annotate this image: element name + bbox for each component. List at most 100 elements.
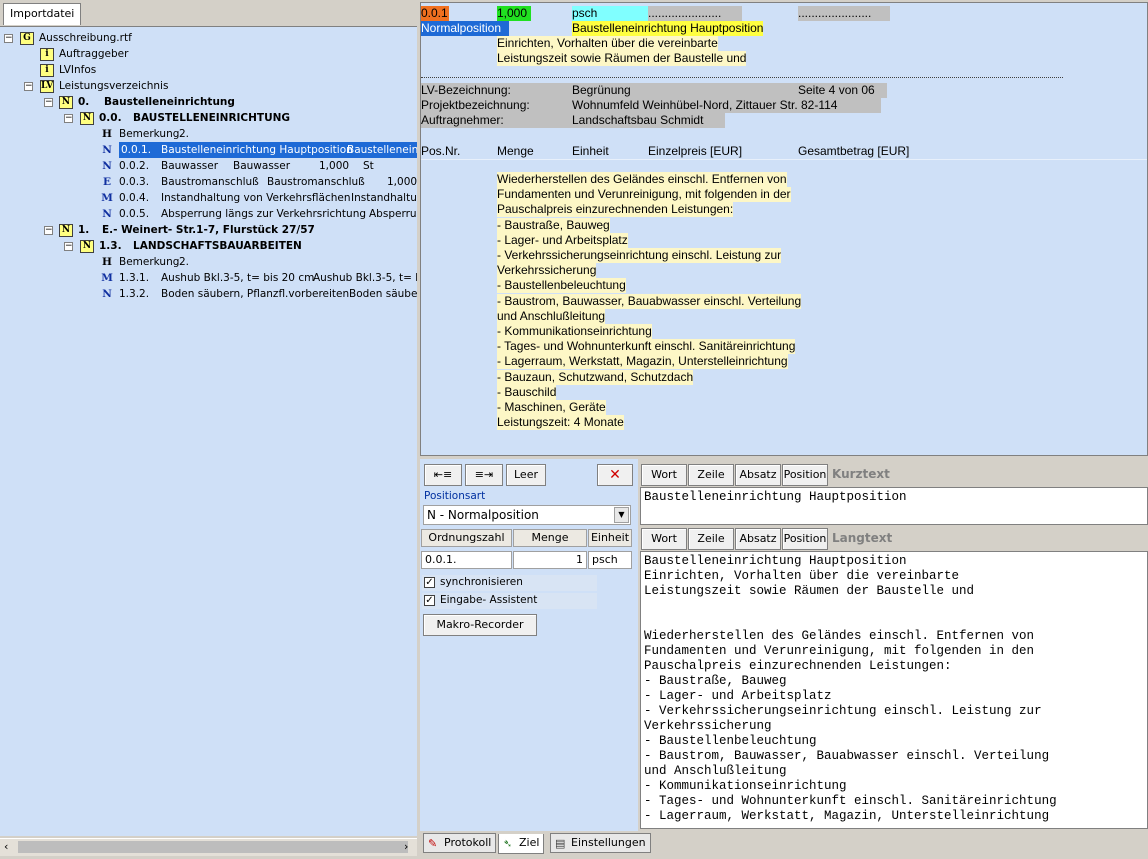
collapse-toggle[interactable]: −: [64, 242, 73, 251]
body-line: - Baustrom, Bauwasser, Bauabwasser einsc…: [497, 294, 802, 309]
tree-item-group[interactable]: N 1.3. LANDSCHAFTSBAUARBEITEN: [80, 238, 302, 254]
lang-wort-button[interactable]: Wort: [641, 528, 687, 550]
lv-label: LV-Bezeichnung:: [421, 83, 511, 97]
sync-label: synchronisieren: [440, 576, 523, 588]
langtext-title: Langtext: [832, 531, 893, 545]
lv-icon: LV: [40, 79, 54, 93]
lang-position-button[interactable]: Position: [782, 528, 828, 550]
kurz-zeile-button[interactable]: Zeile: [688, 464, 734, 486]
col-einzelpreis: Einzelpreis [EUR]: [648, 144, 743, 158]
chevron-down-icon[interactable]: ▼: [614, 507, 629, 523]
preview-pane: 0.0.1 1,000 psch ...................... …: [420, 2, 1148, 456]
left-pane: Importdatei − G Ausschreibung.rtf i Auftra…: [0, 0, 417, 859]
h-icon: H: [102, 256, 112, 268]
e-icon: E: [102, 176, 111, 188]
tree-item-lvinfos[interactable]: i LVInfos: [40, 62, 96, 78]
menge-input[interactable]: 1: [513, 551, 587, 569]
tree-item-group[interactable]: N 0. Baustelleneinrichtung: [59, 94, 235, 110]
collapse-toggle[interactable]: −: [44, 98, 53, 107]
col-menge: Menge: [497, 144, 534, 158]
sync-checkbox[interactable]: ✓: [424, 577, 435, 588]
tree-item-bemerkung[interactable]: H Bemerkung2.: [100, 254, 189, 270]
body-line: Leistungszeit: 4 Monate: [497, 415, 624, 430]
header-ordnungszahl: Ordnungszahl: [421, 529, 512, 547]
separator: [421, 77, 1063, 78]
kurz-wort-button[interactable]: Wort: [641, 464, 687, 486]
protokoll-icon: ✎: [428, 837, 438, 850]
tree-item-group[interactable]: N 0.0. BAUSTELLENEINRICHTUNG: [80, 110, 290, 126]
scroll-thumb[interactable]: [18, 841, 408, 853]
tree-item-position[interactable]: E 0.0.3. Baustromanschluß Baustromanschluß 1…: [100, 174, 417, 190]
n-icon: N: [102, 144, 112, 156]
body-line: und Anschlußleitung: [497, 309, 606, 324]
kurztext-title: Kurztext: [832, 467, 890, 481]
lang-zeile-button[interactable]: Zeile: [688, 528, 734, 550]
indent-left-button[interactable]: ⇤≡: [424, 464, 462, 486]
tree-item-position[interactable]: N 1.3.2. Boden säubern, Pflanzfl.vorbereit…: [100, 286, 417, 302]
preview-kurztext: Baustelleneinrichtung Hauptposition: [572, 21, 764, 36]
preview-positionsart: Normalposition: [421, 21, 509, 36]
collapse-toggle[interactable]: −: [44, 226, 53, 235]
col-posnr: Pos.Nr.: [421, 144, 461, 158]
collapse-toggle[interactable]: −: [24, 82, 33, 91]
ordnungszahl-input[interactable]: 0.0.1.: [421, 551, 512, 569]
n-folder-icon: N: [80, 111, 94, 125]
m-icon: M: [101, 272, 113, 284]
indent-right-button[interactable]: ≡⇥: [465, 464, 503, 486]
tree-item-position[interactable]: N 0.0.2. Bauwasser Bauwasser 1,000 St: [100, 158, 374, 174]
tree-item-position[interactable]: N 0.0.5. Absperrung längs zur Verkehrsrich…: [100, 206, 416, 222]
body-line: - Maschinen, Geräte: [497, 400, 606, 415]
m-icon: M: [101, 192, 113, 204]
collapse-toggle[interactable]: −: [64, 114, 73, 123]
preview-line: Leistungszeit sowie Räumen der Baustelle…: [497, 51, 747, 66]
tab-protokoll[interactable]: ✎ Protokoll: [423, 833, 497, 853]
n-folder-icon: N: [80, 239, 94, 253]
tree-item-auftraggeber[interactable]: i Auftraggeber: [40, 46, 128, 62]
header-menge: Menge: [513, 529, 587, 547]
info-icon: i: [40, 63, 54, 77]
body-line: - Baustellenbeleuchtung: [497, 278, 626, 293]
tree-item-group[interactable]: N 1. E.- Weinert- Str.1-7, Flurstück 27/57: [59, 222, 315, 238]
body-line: Verkehrssicherung: [497, 263, 597, 278]
auftrag-value: Landschaftsbau Schmidt: [572, 113, 704, 127]
tree-item-bemerkung[interactable]: H Bemerkung2.: [100, 126, 189, 142]
n-icon: N: [102, 208, 112, 220]
langtext-editor[interactable]: Baustelleneinrichtung Hauptposition Einr…: [640, 551, 1148, 829]
body-line: Wiederherstellen des Geländes einschl. E…: [497, 172, 787, 187]
preview-einzelpreis: ......................: [648, 6, 742, 21]
scroll-right-icon[interactable]: ›: [404, 840, 408, 853]
leer-button[interactable]: Leer: [506, 464, 546, 486]
g-icon: G: [20, 31, 34, 45]
preview-gesamtbetrag: ......................: [798, 6, 890, 21]
tab-ziel[interactable]: ➴ Ziel: [498, 834, 545, 854]
assistent-checkbox[interactable]: ✓: [424, 595, 435, 606]
ziel-icon: ➴: [503, 837, 513, 850]
body-line: Pauschalpreis einzurechnenden Leistungen…: [497, 202, 734, 217]
kurztext-editor[interactable]: Baustelleneinrichtung Hauptposition: [640, 487, 1148, 525]
einheit-input[interactable]: psch: [588, 551, 632, 569]
n-folder-icon: N: [59, 95, 73, 109]
separator: [421, 159, 1147, 160]
lang-absatz-button[interactable]: Absatz: [735, 528, 781, 550]
tree-view[interactable]: − G Ausschreibung.rtf i Auftraggeber i LVIn…: [0, 26, 417, 836]
positionsart-label: Positionsart: [424, 490, 486, 502]
tree-item-position-selected[interactable]: N 0.0.1. Baustelleneinrichtung Hauptpositi…: [100, 142, 417, 158]
delete-button[interactable]: ✕: [597, 464, 633, 486]
page-indicator: Seite 4 von 06: [798, 83, 875, 97]
kurz-position-button[interactable]: Position: [782, 464, 828, 486]
makro-recorder-button[interactable]: Makro-Recorder: [423, 614, 537, 636]
scroll-left-icon[interactable]: ‹: [4, 840, 8, 853]
h-icon: H: [102, 128, 112, 140]
positionsart-select[interactable]: N - Normalposition ▼: [423, 505, 631, 525]
tree-item-lv[interactable]: LV Leistungsverzeichnis: [40, 78, 168, 94]
tree-item-position[interactable]: M 0.0.4. Instandhaltung von Verkehrsfläche…: [100, 190, 417, 206]
tab-importdatei[interactable]: Importdatei: [3, 3, 82, 25]
kurz-absatz-button[interactable]: Absatz: [735, 464, 781, 486]
assistent-label: Eingabe- Assistent: [440, 594, 538, 606]
tree-item-root[interactable]: G Ausschreibung.rtf: [20, 30, 132, 46]
body-line: - Lagerraum, Werkstatt, Magazin, Unterst…: [497, 354, 788, 369]
tab-einstellungen[interactable]: ▤ Einstellungen: [550, 833, 651, 853]
header-einheit: Einheit: [588, 529, 632, 547]
tree-item-position[interactable]: M 1.3.1. Aushub Bkl.3-5, t= bis 20 cmAushu…: [100, 270, 417, 286]
collapse-toggle[interactable]: −: [4, 34, 13, 43]
